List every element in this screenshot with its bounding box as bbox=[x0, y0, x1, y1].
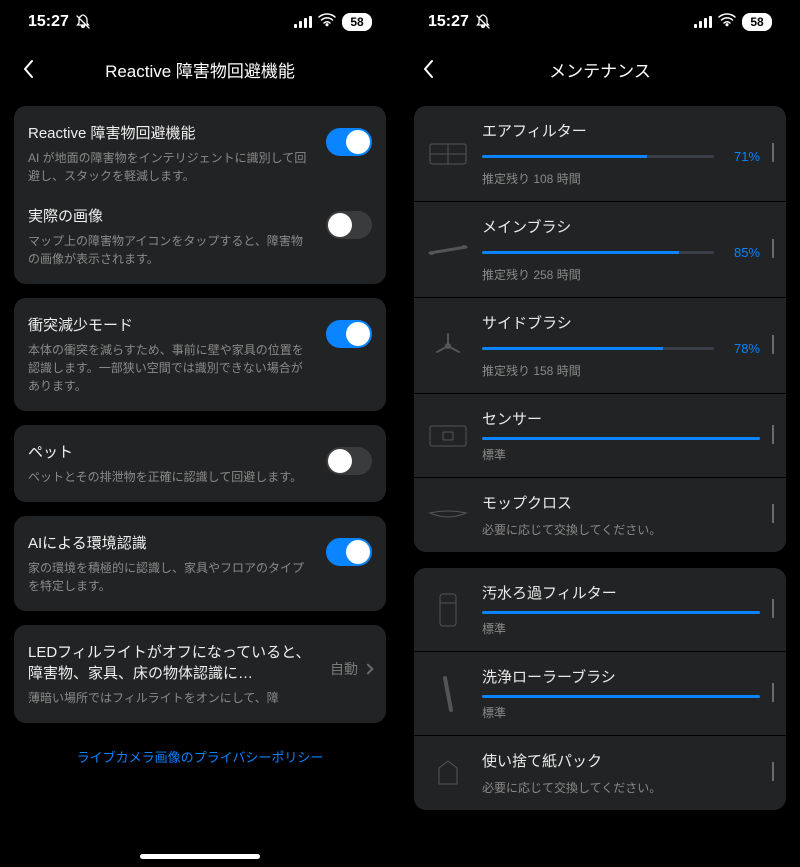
maint-item-dust-bag[interactable]: 使い捨て紙パック 必要に応じて交換してください。 bbox=[414, 736, 786, 810]
setting-title: Reactive 障害物回避機能 bbox=[28, 122, 314, 143]
mop-icon bbox=[426, 497, 470, 533]
setting-title: AIによる環境認識 bbox=[28, 532, 314, 553]
sensor-icon bbox=[426, 418, 470, 454]
back-button[interactable] bbox=[16, 57, 40, 81]
setting-desc: AI が地面の障害物をインテリジェントに識別して回避し、スタックを軽減します。 bbox=[28, 149, 314, 185]
progress-percent: 71% bbox=[724, 149, 760, 164]
setting-real-image: 実際の画像 マップ上の障害物アイコンをタップすると、障害物の画像が表示されます。 bbox=[28, 205, 372, 268]
maint-title: 使い捨て紙パック bbox=[482, 750, 760, 771]
maint-title: 汚水ろ過フィルター bbox=[482, 582, 760, 603]
side-brush-icon bbox=[426, 328, 470, 364]
chevron-right-icon bbox=[772, 599, 774, 618]
chevron-right-icon bbox=[772, 504, 774, 523]
maint-sub: 推定残り 158 時間 bbox=[482, 362, 760, 379]
cellular-signal-icon bbox=[294, 16, 312, 28]
silent-mode-icon bbox=[75, 14, 91, 30]
toggle-pet[interactable] bbox=[326, 447, 372, 475]
maint-sub: 標準 bbox=[482, 446, 760, 463]
chevron-right-icon bbox=[772, 143, 774, 162]
maint-title: エアフィルター bbox=[482, 120, 760, 141]
progress-bar bbox=[482, 695, 760, 698]
wifi-icon bbox=[718, 13, 736, 32]
maint-item-side-brush[interactable]: サイドブラシ 78% 推定残り 158 時間 bbox=[414, 298, 786, 394]
maint-title: センサー bbox=[482, 408, 760, 429]
maint-item-dirty-water-filter[interactable]: 汚水ろ過フィルター 標準 bbox=[414, 568, 786, 652]
setting-desc: 家の環境を積極的に認識し、家具やフロアのタイプを特定します。 bbox=[28, 559, 314, 595]
maint-item-sensor[interactable]: センサー 標準 bbox=[414, 394, 786, 478]
maint-title: 洗浄ローラーブラシ bbox=[482, 666, 760, 687]
chevron-right-icon bbox=[772, 762, 774, 781]
battery-indicator: 58 bbox=[342, 13, 372, 31]
toggle-collision-reduction[interactable] bbox=[326, 320, 372, 348]
maint-title: サイドブラシ bbox=[482, 312, 760, 333]
setting-title: ペット bbox=[28, 441, 314, 462]
progress-bar bbox=[482, 611, 760, 614]
setting-title: 実際の画像 bbox=[28, 205, 314, 226]
maint-item-mop-cloth[interactable]: モップクロス 必要に応じて交換してください。 bbox=[414, 478, 786, 552]
screen-maintenance: 15:27 58 メンテナンス エアフィルター bbox=[400, 0, 800, 867]
setting-desc: 薄暗い場所ではフィルライトをオンにして、障 bbox=[28, 689, 318, 707]
page-title: メンテナンス bbox=[549, 57, 651, 82]
progress-bar bbox=[482, 155, 714, 158]
setting-collision-reduction: 衝突減少モード 本体の衝突を減らすため、事前に壁や家具の位置を認識します。一部狭… bbox=[28, 314, 372, 395]
progress-bar bbox=[482, 347, 714, 350]
chevron-right-icon bbox=[772, 683, 774, 702]
cellular-signal-icon bbox=[694, 16, 712, 28]
maint-sub: 必要に応じて交換してください。 bbox=[482, 521, 760, 538]
setting-pet: ペット ペットとその排泄物を正確に認識して回避します。 bbox=[28, 441, 372, 486]
setting-desc: 本体の衝突を減らすため、事前に壁や家具の位置を認識します。一部狭い空間では識別で… bbox=[28, 341, 314, 395]
chevron-right-icon bbox=[772, 425, 774, 444]
maint-sub: 標準 bbox=[482, 620, 760, 637]
wash-roller-icon bbox=[426, 676, 470, 712]
setting-title: 衝突減少モード bbox=[28, 314, 314, 335]
main-brush-icon bbox=[426, 232, 470, 268]
setting-title: LEDフィルライトがオフになっていると、障害物、家具、床の物体認識に… bbox=[28, 641, 318, 683]
status-time: 15:27 bbox=[28, 13, 69, 31]
nav-header: Reactive 障害物回避機能 bbox=[0, 44, 400, 94]
setting-desc: ペットとその排泄物を正確に認識して回避します。 bbox=[28, 468, 314, 486]
progress-percent: 78% bbox=[724, 341, 760, 356]
maint-sub: 推定残り 108 時間 bbox=[482, 170, 760, 187]
setting-reactive-avoidance: Reactive 障害物回避機能 AI が地面の障害物をインテリジェントに識別し… bbox=[28, 122, 372, 185]
setting-value: 自動 bbox=[330, 659, 358, 679]
filter-icon bbox=[426, 136, 470, 172]
maint-sub: 標準 bbox=[482, 704, 760, 721]
setting-desc: マップ上の障害物アイコンをタップすると、障害物の画像が表示されます。 bbox=[28, 232, 314, 268]
maint-item-main-brush[interactable]: メインブラシ 85% 推定残り 258 時間 bbox=[414, 202, 786, 298]
privacy-policy-link[interactable]: ライブカメラ画像のプライバシーポリシー bbox=[14, 737, 386, 776]
maint-item-wash-roller-brush[interactable]: 洗浄ローラーブラシ 標準 bbox=[414, 652, 786, 736]
toggle-real-image[interactable] bbox=[326, 211, 372, 239]
chevron-right-icon bbox=[772, 335, 774, 354]
dirty-filter-icon bbox=[426, 592, 470, 628]
progress-bar bbox=[482, 437, 760, 440]
status-time: 15:27 bbox=[428, 13, 469, 31]
battery-indicator: 58 bbox=[742, 13, 772, 31]
setting-led-fill-light[interactable]: LEDフィルライトがオフになっていると、障害物、家具、床の物体認識に… 薄暗い場… bbox=[28, 641, 372, 707]
page-title: Reactive 障害物回避機能 bbox=[105, 57, 295, 82]
status-bar: 15:27 58 bbox=[0, 0, 400, 44]
toggle-reactive-avoidance[interactable] bbox=[326, 128, 372, 156]
setting-ai-environment: AIによる環境認識 家の環境を積極的に認識し、家具やフロアのタイプを特定します。 bbox=[28, 532, 372, 595]
maint-sub: 推定残り 258 時間 bbox=[482, 266, 760, 283]
toggle-ai-environment[interactable] bbox=[326, 538, 372, 566]
back-button[interactable] bbox=[416, 57, 440, 81]
nav-header: メンテナンス bbox=[400, 44, 800, 94]
silent-mode-icon bbox=[475, 14, 491, 30]
maint-title: メインブラシ bbox=[482, 216, 760, 237]
maint-item-air-filter[interactable]: エアフィルター 71% 推定残り 108 時間 bbox=[414, 106, 786, 202]
wifi-icon bbox=[318, 13, 336, 32]
progress-bar bbox=[482, 251, 714, 254]
progress-percent: 85% bbox=[724, 245, 760, 260]
maint-title: モップクロス bbox=[482, 492, 760, 513]
status-bar: 15:27 58 bbox=[400, 0, 800, 44]
home-indicator[interactable] bbox=[140, 854, 260, 859]
dust-bag-icon bbox=[426, 755, 470, 791]
chevron-right-icon bbox=[362, 663, 373, 674]
maint-sub: 必要に応じて交換してください。 bbox=[482, 779, 760, 796]
screen-obstacle-avoidance: 15:27 58 Reactive 障害物回避機能 Reactive 障害物回避… bbox=[0, 0, 400, 867]
chevron-right-icon bbox=[772, 239, 774, 258]
